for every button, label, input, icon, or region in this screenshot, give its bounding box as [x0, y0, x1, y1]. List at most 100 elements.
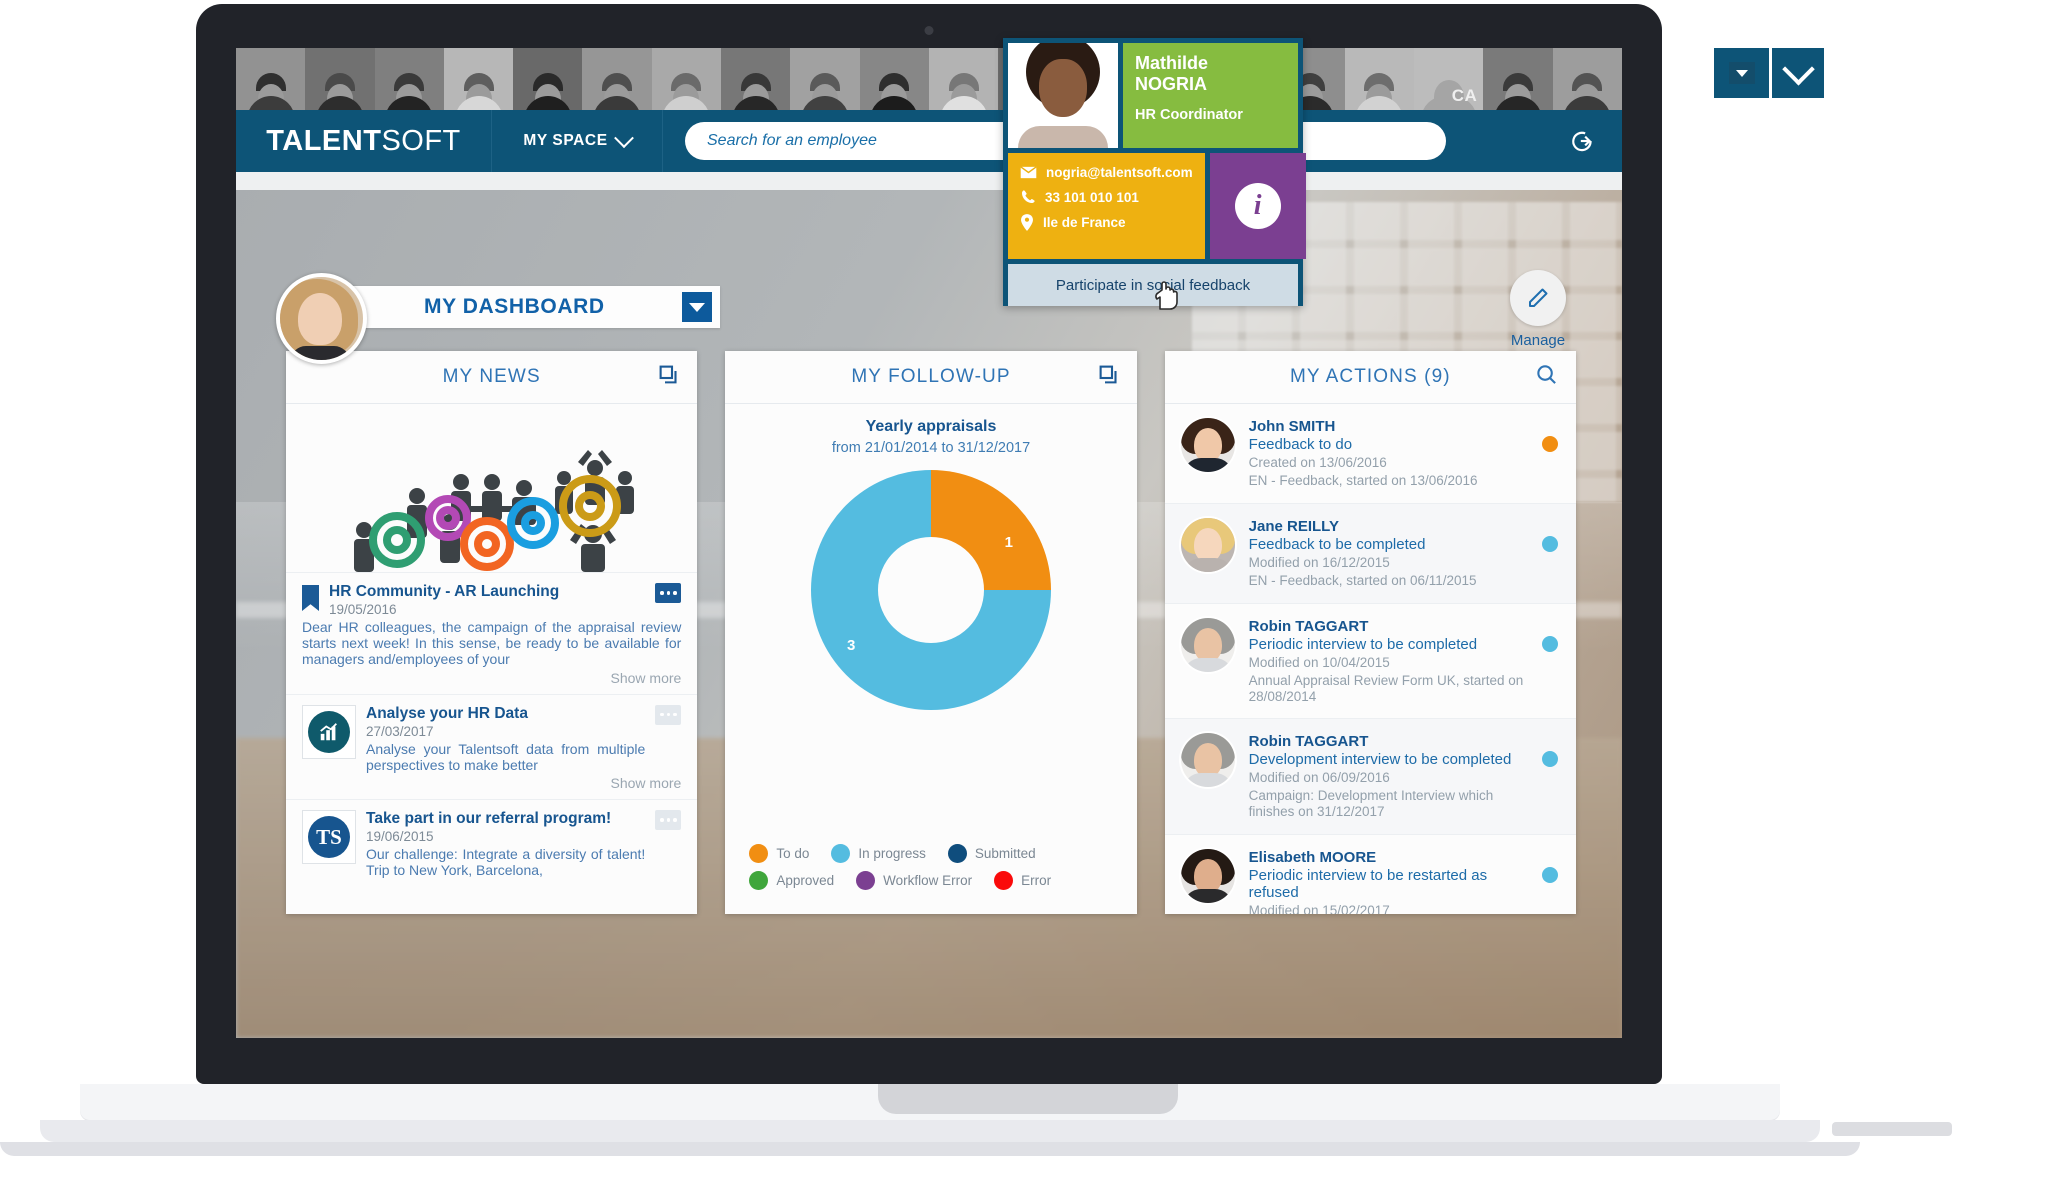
status-badge	[1541, 535, 1558, 552]
profile-info-tile[interactable]: i	[1209, 153, 1306, 259]
show-more-link[interactable]: Show more	[302, 670, 682, 686]
dashboard-dropdown-button[interactable]	[682, 292, 712, 322]
profile-email-row[interactable]: nogria@talentsoft.com	[1020, 165, 1193, 180]
legend-swatch	[947, 844, 967, 863]
envelope-icon	[1020, 166, 1037, 179]
list-item[interactable]: HR Community - AR Launching 19/05/2016 D…	[286, 572, 698, 694]
list-item[interactable]: Jane REILLY Feedback to be completed Modif…	[1164, 503, 1576, 604]
followup-panel-header: MY FOLLOW-UP	[725, 351, 1137, 404]
action-person-name: Jane REILLY	[1248, 517, 1339, 535]
news-title: Analyse your HR Data	[366, 704, 528, 722]
show-more-link[interactable]: Show more	[302, 775, 682, 791]
legend-item[interactable]: To do	[749, 844, 809, 863]
action-meta-campaign: Campaign: Development Interview which fi…	[1248, 788, 1494, 820]
employee-face[interactable]	[443, 48, 514, 110]
employee-face[interactable]	[1344, 48, 1415, 110]
employee-face[interactable]	[305, 48, 375, 110]
list-item[interactable]: Robin TAGGART Periodic interview to be co…	[1164, 604, 1576, 720]
employee-face[interactable]	[1483, 48, 1553, 110]
chart-badge-icon	[302, 704, 356, 759]
action-person-name: Robin TAGGART	[1248, 617, 1369, 635]
more-options-icon[interactable]	[655, 583, 682, 603]
employee-face[interactable]	[374, 48, 444, 110]
legend-item[interactable]: Error	[994, 871, 1051, 890]
news-body: Analyse your Talentsoft data from multip…	[366, 740, 646, 773]
talentsoft-badge-icon: TS	[302, 810, 356, 865]
followup-panel-title: MY FOLLOW-UP	[851, 366, 1011, 387]
status-badge	[1541, 867, 1558, 884]
list-item[interactable]: Elisabeth MOORE Periodic interview to be …	[1165, 835, 1576, 914]
profile-location: Ile de France	[1043, 215, 1126, 230]
legend-item[interactable]: In progress	[831, 844, 926, 863]
search-placeholder: Search for an employee	[707, 132, 877, 149]
profile-location-row[interactable]: Ile de France	[1020, 214, 1193, 231]
employee-face[interactable]	[651, 48, 722, 110]
chart-legend: To do In progress Submitted Approved Workflo…	[749, 844, 1112, 890]
profile-role: HR Coordinator	[1135, 107, 1243, 124]
employee-face[interactable]	[928, 48, 999, 110]
avatar[interactable]	[1180, 418, 1235, 472]
avatar[interactable]	[1180, 617, 1235, 672]
avatar-face	[1193, 428, 1222, 462]
search-icon[interactable]	[1535, 363, 1558, 391]
status-badge	[1541, 436, 1558, 452]
list-item[interactable]: TS Take part in our referral program! 19…	[286, 799, 698, 886]
employee-face-placeholder[interactable]: CA	[1414, 48, 1484, 110]
avatar-shoulders	[1182, 657, 1233, 672]
legend-label: Workflow Error	[883, 873, 973, 888]
brand-strong: TALENT	[266, 124, 382, 157]
action-meta-campaign: Annual Appraisal Review Form UK, started…	[1248, 672, 1524, 704]
employee-face[interactable]	[859, 48, 929, 110]
list-item[interactable]: John SMITH Feedback to do Created on 13/06…	[1164, 404, 1576, 504]
action-title: Periodic interview to be restarted as re…	[1248, 867, 1488, 902]
avatar[interactable]	[1180, 517, 1235, 572]
expand-icon[interactable]	[1098, 364, 1119, 390]
employee-face[interactable]	[513, 48, 583, 110]
manage-button[interactable]: Manage	[1492, 270, 1584, 349]
list-item[interactable]: Analyse your HR Data 27/03/2017 Analyse …	[286, 693, 698, 799]
nav-right-area	[1446, 110, 1622, 172]
webcam-icon	[924, 26, 934, 35]
action-title: Periodic interview to be completed	[1248, 635, 1478, 653]
legend-label: In progress	[858, 846, 926, 861]
expand-icon[interactable]	[658, 364, 679, 390]
more-options-icon[interactable]	[655, 704, 682, 725]
legend-item[interactable]: Submitted	[947, 844, 1036, 863]
more-options-icon[interactable]	[655, 810, 682, 831]
action-person-name: Elisabeth MOORE	[1248, 849, 1377, 867]
actions-panel-title: MY ACTIONS (9)	[1289, 366, 1451, 387]
employee-face[interactable]	[582, 48, 652, 110]
employee-face[interactable]	[236, 48, 306, 110]
legend-item[interactable]: Workflow Error	[856, 871, 972, 890]
news-panel: MY NEWS HR Community - AR Launching 19/0…	[286, 351, 698, 914]
profile-first-name: Mathilde	[1135, 53, 1209, 73]
chevron-down-icon	[613, 128, 634, 149]
legend-item[interactable]: Approved	[749, 871, 834, 890]
photo-shoulders	[1018, 126, 1108, 148]
dashboard-selector[interactable]: MY DASHBOARD	[322, 286, 720, 328]
chart-title: Yearly appraisals	[865, 418, 997, 435]
action-title: Development interview to be completed	[1248, 751, 1512, 769]
avatar[interactable]	[1180, 849, 1235, 904]
nav-expand-button[interactable]	[1772, 48, 1824, 98]
donut-ring[interactable]: 1 3	[810, 470, 1051, 710]
top-navigation-bar: TALENTSOFT MY SPACE Search for an employ…	[236, 110, 1622, 172]
brand-logo[interactable]: TALENTSOFT	[236, 110, 492, 172]
employee-face[interactable]	[721, 48, 791, 110]
bookmark-icon	[302, 585, 319, 611]
laptop-base-lower	[40, 1120, 1820, 1142]
avatar[interactable]	[1180, 733, 1235, 788]
followup-panel: MY FOLLOW-UP Yearly appraisals from 21/0…	[725, 351, 1137, 914]
action-person-name: John SMITH	[1248, 418, 1336, 435]
gears-teamwork-illustration	[286, 404, 697, 572]
avatar[interactable]	[276, 273, 367, 364]
legend-swatch	[856, 871, 876, 890]
nav-caret-box-button[interactable]	[1714, 48, 1769, 98]
profile-phone-row[interactable]: 33 101 010 101	[1020, 189, 1193, 205]
map-pin-icon	[1021, 214, 1033, 231]
employee-face[interactable]	[790, 48, 860, 110]
list-item[interactable]: Robin TAGGART Development interview to be…	[1164, 719, 1576, 836]
employee-face[interactable]	[1552, 48, 1622, 110]
my-space-menu[interactable]: MY SPACE	[492, 110, 663, 172]
logout-icon[interactable]	[1570, 128, 1596, 154]
